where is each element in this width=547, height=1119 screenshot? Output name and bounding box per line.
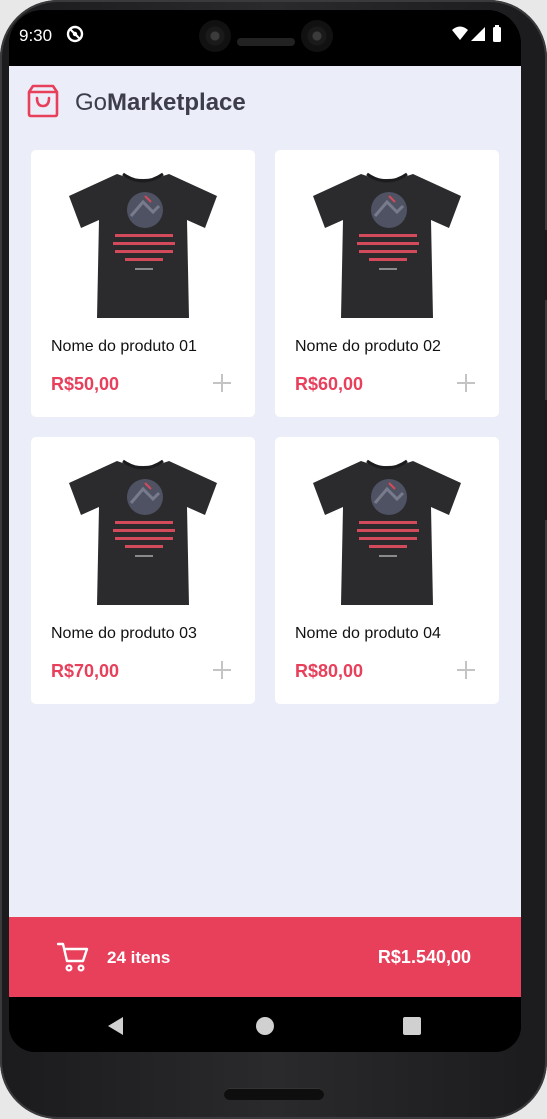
front-camera-icon	[199, 20, 231, 52]
camera-notch	[175, 10, 357, 62]
screen: 9:30 GoMarketplace Nome do produto 01 R$…	[9, 10, 521, 1052]
tshirt-image	[69, 459, 217, 605]
product-card[interactable]: Nome do produto 02 R$60,00	[275, 150, 499, 417]
cart-total-price: R$1.540,00	[377, 947, 471, 967]
home-circle-icon[interactable]	[254, 1015, 276, 1037]
status-icons	[452, 25, 501, 42]
cart-bar[interactable]: 24 itens R$1.540,00	[9, 917, 521, 997]
recents-square-icon[interactable]	[401, 1015, 423, 1037]
plus-icon[interactable]	[211, 372, 233, 394]
plus-icon[interactable]	[455, 372, 477, 394]
product-name: Nome do produto 04	[295, 625, 441, 642]
product-name: Nome do produto 02	[295, 338, 441, 355]
product-card[interactable]: Nome do produto 04 R$80,00	[275, 437, 499, 704]
phone-frame: 9:30 GoMarketplace Nome do produto 01 R$…	[0, 0, 547, 1119]
bottom-speaker	[224, 1088, 324, 1100]
cart-item-count: 24 itens	[107, 948, 171, 967]
app-screen: GoMarketplace Nome do produto 01 R$50,00…	[9, 66, 521, 917]
shopping-cart-icon	[57, 942, 89, 972]
tshirt-image	[313, 459, 461, 605]
tshirt-image	[313, 172, 461, 318]
status-bar: 9:30	[9, 10, 521, 66]
product-price: R$80,00	[295, 661, 364, 681]
do-not-disturb-icon	[66, 25, 84, 43]
product-card[interactable]: Nome do produto 03 R$70,00	[31, 437, 255, 704]
front-sensor-icon	[301, 20, 333, 52]
app-logo-text: GoMarketplace	[75, 89, 246, 117]
shopping-bag-icon	[27, 84, 59, 118]
signal-icon	[471, 27, 485, 41]
product-price: R$50,00	[51, 374, 120, 394]
product-name: Nome do produto 03	[51, 625, 197, 642]
status-time: 9:30	[19, 26, 53, 45]
plus-icon[interactable]	[211, 659, 233, 681]
product-card[interactable]: Nome do produto 01 R$50,00	[31, 150, 255, 417]
product-price: R$70,00	[51, 661, 120, 681]
tshirt-image	[69, 172, 217, 318]
earpiece	[237, 38, 295, 46]
plus-icon[interactable]	[455, 659, 477, 681]
product-price: R$60,00	[295, 374, 364, 394]
logo-bold: Marketplace	[107, 89, 246, 116]
battery-icon	[493, 27, 501, 42]
wifi-icon	[452, 26, 468, 40]
system-nav-bar	[9, 997, 521, 1052]
back-triangle-icon[interactable]	[105, 1015, 127, 1037]
logo-prefix: Go	[75, 89, 108, 116]
product-name: Nome do produto 01	[51, 338, 197, 355]
